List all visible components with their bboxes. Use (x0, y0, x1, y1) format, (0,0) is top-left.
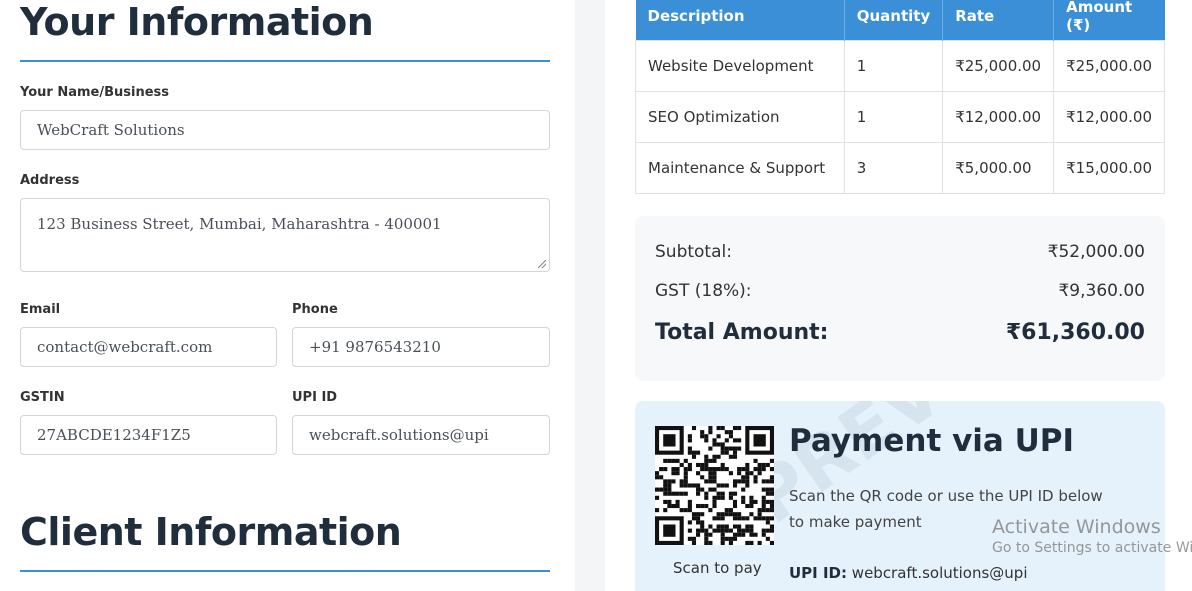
cell-description: SEO Optimization (635, 90, 845, 143)
subtotal-value: ₹52,000.00 (1047, 242, 1145, 262)
table-row: SEO Optimization 1 ₹12,000.00 ₹12,000.00 (635, 90, 1165, 143)
cell-rate: ₹12,000.00 (942, 90, 1055, 143)
subtotal-row: Subtotal: ₹52,000.00 (655, 242, 1145, 262)
cell-rate: ₹25,000.00 (942, 39, 1055, 92)
payment-title: Payment via UPI (789, 423, 1075, 459)
name-input[interactable]: WebCraft Solutions (20, 110, 550, 150)
section-divider (20, 60, 550, 62)
upi-id-line: UPI ID: webcraft.solutions@upi (789, 564, 1028, 582)
cell-amount: ₹12,000.00 (1053, 90, 1165, 143)
email-input[interactable]: contact@webcraft.com (20, 327, 277, 367)
header-amount: Amount (₹) (1053, 0, 1165, 40)
gst-value: ₹9,360.00 (1058, 281, 1145, 301)
header-rate: Rate (942, 0, 1055, 40)
upi-id-label: UPI ID: (789, 564, 848, 582)
cell-amount: ₹15,000.00 (1053, 141, 1165, 194)
table-row: Website Development 1 ₹25,000.00 ₹25,000… (635, 39, 1165, 92)
section-divider (20, 570, 550, 572)
header-quantity: Quantity (844, 0, 944, 40)
table-header-row: Description Quantity Rate Amount (₹) (635, 0, 1165, 40)
activate-windows-title: Activate Windows (992, 516, 1161, 538)
upi-label: UPI ID (292, 390, 338, 405)
cell-quantity: 1 (843, 90, 944, 143)
invoice-form-panel: Your Information Your Name/Business WebC… (0, 0, 575, 591)
cell-description: Maintenance & Support (635, 141, 845, 194)
totals-box: Subtotal: ₹52,000.00 GST (18%): ₹9,360.0… (635, 216, 1165, 381)
activate-windows-subtitle: Go to Settings to activate Windows. (992, 540, 1192, 556)
scan-caption: Scan to pay (673, 559, 762, 577)
cell-quantity: 1 (843, 39, 944, 92)
cell-description: Website Development (635, 39, 845, 92)
table-row: Maintenance & Support 3 ₹5,000.00 ₹15,00… (635, 141, 1165, 194)
your-information-heading: Your Information (20, 0, 374, 44)
address-text: 123 Business Street, Mumbai, Maharashtra… (37, 215, 442, 233)
phone-label: Phone (292, 302, 338, 317)
upi-payment-box: PREVIEW Payment via UPI Scan the QR code… (635, 401, 1165, 591)
gstin-input[interactable]: 27ABCDE1234F1Z5 (20, 415, 277, 455)
cell-quantity: 3 (843, 141, 944, 194)
gst-label: GST (18%): (655, 281, 752, 301)
address-textarea[interactable]: 123 Business Street, Mumbai, Maharashtra… (20, 198, 550, 272)
total-row: Total Amount: ₹61,360.00 (655, 320, 1145, 345)
resize-handle-icon[interactable] (538, 260, 546, 268)
total-value: ₹61,360.00 (1005, 320, 1145, 345)
client-information-heading: Client Information (20, 510, 402, 554)
invoice-preview-panel: Description Quantity Rate Amount (₹) Web… (605, 0, 1192, 591)
cell-amount: ₹25,000.00 (1053, 39, 1165, 92)
gstin-label: GSTIN (20, 390, 65, 405)
qr-code (655, 426, 774, 545)
name-label: Your Name/Business (20, 85, 170, 100)
line-items-table: Description Quantity Rate Amount (₹) Web… (635, 0, 1165, 194)
address-label: Address (20, 173, 80, 188)
email-label: Email (20, 302, 61, 317)
upi-id-value: webcraft.solutions@upi (851, 564, 1028, 582)
phone-input[interactable]: +91 9876543210 (292, 327, 550, 367)
total-label: Total Amount: (655, 320, 829, 345)
upi-input[interactable]: webcraft.solutions@upi (292, 415, 550, 455)
header-description: Description (635, 0, 845, 40)
gst-row: GST (18%): ₹9,360.00 (655, 281, 1145, 301)
subtotal-label: Subtotal: (655, 242, 732, 262)
activate-windows-overlay: Activate Windows Go to Settings to activ… (992, 516, 1192, 556)
cell-rate: ₹5,000.00 (942, 141, 1055, 194)
